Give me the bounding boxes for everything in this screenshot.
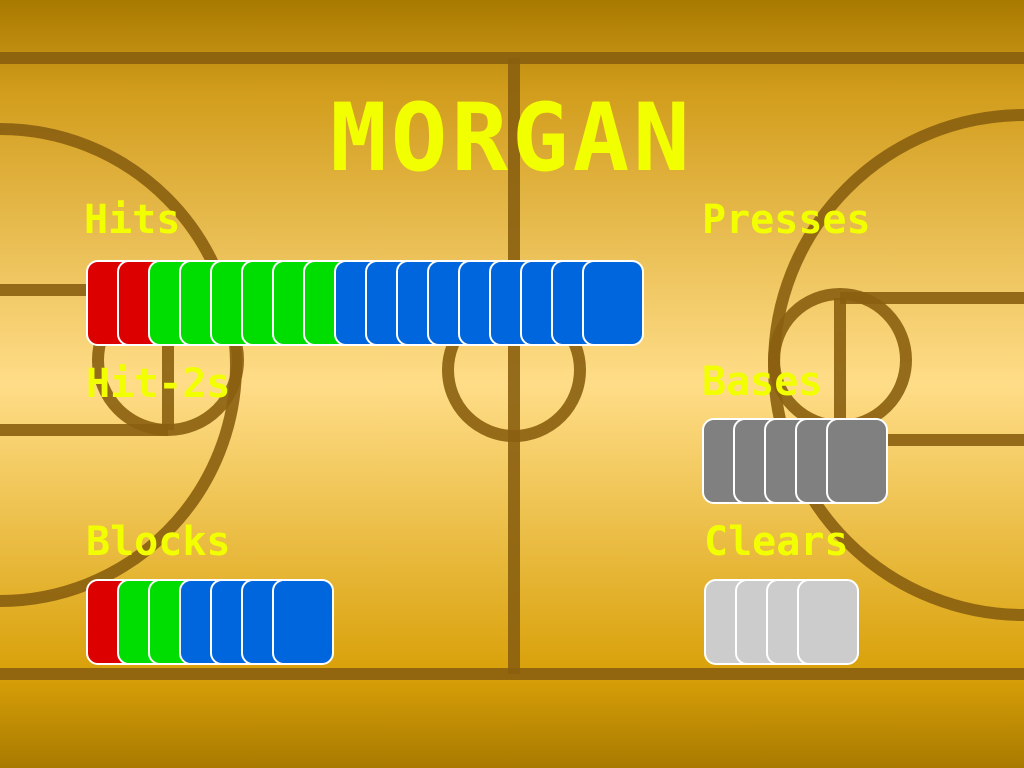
clears-label: Clears <box>704 519 849 565</box>
blocks-label: Blocks <box>86 519 231 565</box>
hits-chip <box>582 260 644 346</box>
player-name-title: MORGAN <box>330 84 694 193</box>
hit2s-label: Hit-2s <box>86 361 231 407</box>
hits-label: Hits <box>84 197 181 243</box>
clears-chip <box>797 579 859 665</box>
bases-label: Bases <box>702 359 823 405</box>
presses-label: Presses <box>702 197 871 243</box>
blocks-chip <box>272 579 334 665</box>
bases-chip <box>826 418 888 504</box>
